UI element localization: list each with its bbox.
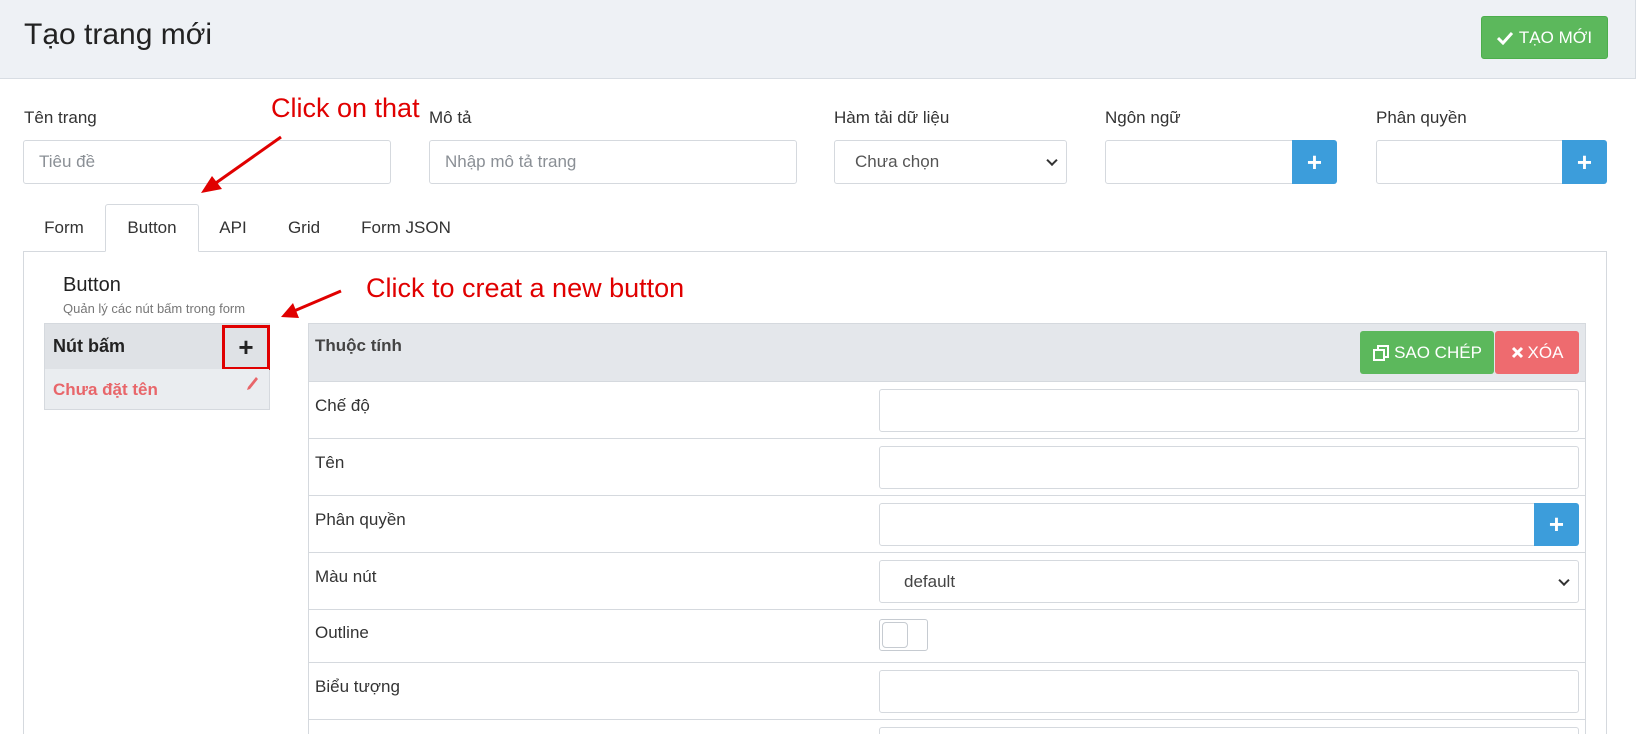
plus-icon: + — [1576, 146, 1593, 177]
permission-input[interactable] — [1376, 140, 1566, 184]
description-input[interactable] — [429, 140, 797, 184]
button-list: Nút bấm + Chưa đặt tên — [44, 323, 270, 410]
copy-button-label: SAO CHÉP — [1394, 342, 1482, 362]
plus-icon: + — [238, 332, 254, 362]
close-icon — [1511, 346, 1523, 359]
chevron-down-icon — [1558, 574, 1570, 586]
annotation-click-on-that: Click on that — [271, 93, 420, 123]
create-button[interactable]: TẠO MỚI — [1481, 16, 1608, 59]
tab-form[interactable]: Form — [23, 204, 105, 252]
check-icon — [1496, 31, 1513, 45]
property-label: Biểu tượng — [315, 677, 400, 696]
pencil-icon[interactable] — [245, 375, 259, 395]
property-row-outline: Outline — [309, 610, 1585, 663]
permission-property-input[interactable] — [879, 503, 1535, 546]
next-input[interactable] — [879, 727, 1579, 734]
copy-button[interactable]: SAO CHÉP — [1360, 331, 1494, 374]
data-loader-select[interactable]: Chưa chọn — [834, 140, 1067, 184]
add-button-button[interactable]: + — [222, 325, 270, 370]
section-subtitle: Quản lý các nút bấm trong form — [63, 301, 246, 316]
outline-toggle[interactable] — [879, 619, 928, 651]
page: Tạo trang mới TẠO MỚI Tên trang Mô tả Hà… — [0, 0, 1636, 734]
language-input[interactable] — [1105, 140, 1295, 184]
permission-label: Phân quyền — [1376, 108, 1467, 127]
property-row-name: Tên — [309, 439, 1585, 496]
data-loader-label: Hàm tải dữ liệu — [834, 108, 950, 127]
property-row-permission: Phân quyền + — [309, 496, 1585, 553]
list-item-label: Chưa đặt tên — [53, 380, 158, 399]
create-button-label: TẠO MỚI — [1518, 27, 1593, 47]
properties-header: Thuộc tính SAO CHÉP XÓA — [309, 324, 1585, 382]
add-language-button[interactable]: + — [1292, 140, 1337, 184]
property-row-color: Màu nút default — [309, 553, 1585, 610]
tab-api[interactable]: API — [199, 204, 267, 252]
page-title: Tạo trang mới — [24, 18, 213, 51]
copy-icon — [1373, 344, 1390, 361]
name-input[interactable] — [879, 446, 1579, 489]
annotation-create-button: Click to creat a new button — [366, 273, 685, 303]
description-label: Mô tả — [429, 108, 472, 127]
page-name-input[interactable] — [23, 140, 391, 184]
property-row-mode: Chế độ — [309, 382, 1585, 439]
delete-button-label: XÓA — [1527, 342, 1564, 362]
toggle-knob — [882, 622, 908, 648]
icon-input[interactable] — [879, 670, 1579, 713]
properties-table: Thuộc tính SAO CHÉP XÓA Chế độ Tên Phân … — [308, 323, 1586, 734]
language-label: Ngôn ngữ — [1105, 108, 1181, 127]
tab-button[interactable]: Button — [105, 204, 199, 252]
chevron-down-icon — [1046, 154, 1058, 167]
add-permission-button[interactable]: + — [1562, 140, 1607, 184]
add-property-permission-button[interactable]: + — [1534, 503, 1579, 546]
delete-button[interactable]: XÓA — [1495, 331, 1579, 374]
property-row-next — [309, 720, 1585, 734]
property-label: Outline — [315, 623, 369, 642]
button-list-title: Nút bấm — [53, 336, 125, 356]
list-item[interactable]: Chưa đặt tên — [45, 369, 269, 409]
button-color-select[interactable]: default — [879, 560, 1579, 603]
tab-form-json[interactable]: Form JSON — [341, 204, 471, 252]
property-row-icon: Biểu tượng — [309, 663, 1585, 720]
property-label: Màu nút — [315, 567, 377, 586]
button-color-value: default — [904, 571, 956, 591]
mode-input[interactable] — [879, 389, 1579, 432]
plus-icon: + — [1306, 146, 1323, 177]
tab-grid[interactable]: Grid — [267, 204, 341, 252]
data-loader-selected: Chưa chọn — [855, 152, 940, 171]
property-label: Chế độ — [315, 396, 370, 415]
section-title: Button — [63, 274, 121, 296]
property-label: Phân quyền — [315, 510, 406, 529]
page-name-label: Tên trang — [24, 108, 97, 127]
properties-title: Thuộc tính — [315, 336, 402, 355]
plus-icon: + — [1548, 509, 1565, 539]
property-label: Tên — [315, 453, 345, 472]
page-header: Tạo trang mới TẠO MỚI — [0, 0, 1636, 79]
